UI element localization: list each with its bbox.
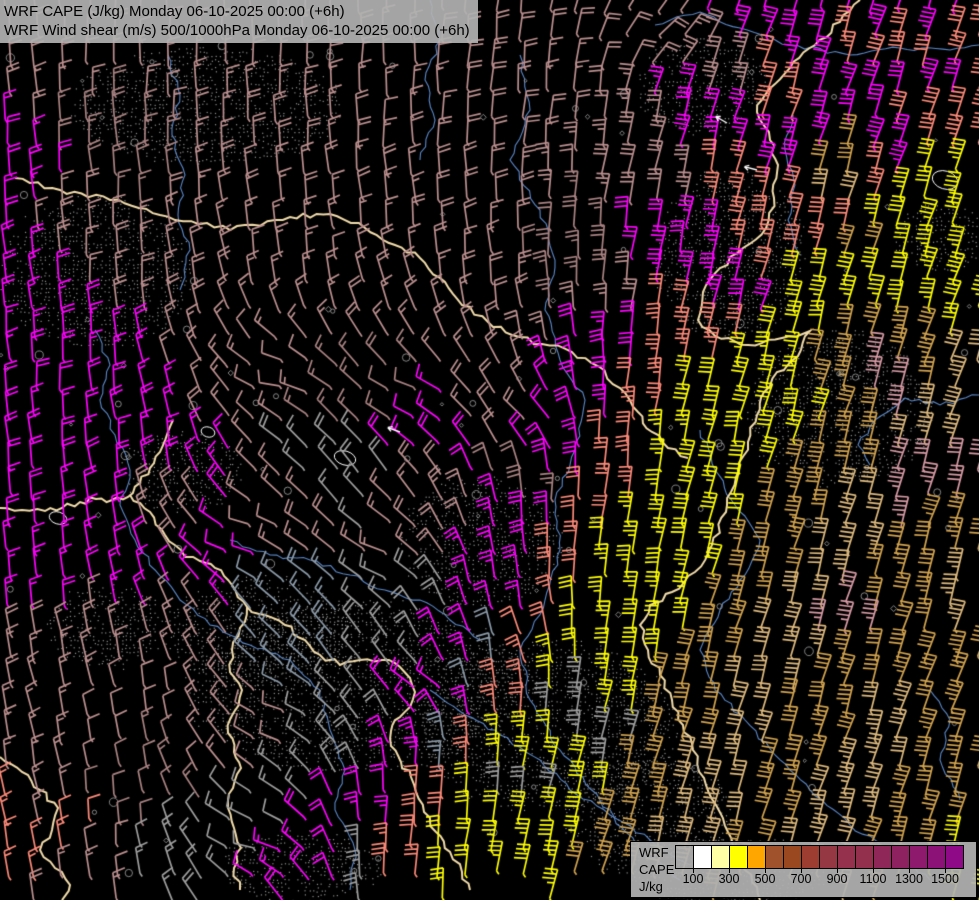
- cape-tick-label: 500: [754, 872, 776, 886]
- cape-swatch: [820, 846, 838, 868]
- cape-tick-label: 1300: [895, 872, 923, 886]
- cape-swatch: [766, 846, 784, 868]
- cape-colorbar: [675, 845, 964, 869]
- title-line-cape: WRF CAPE (J/kg) Monday 06-10-2025 00:00 …: [4, 3, 345, 20]
- cape-tick-label: 700: [790, 872, 812, 886]
- cape-swatch: [748, 846, 766, 868]
- cape-swatch: [910, 846, 928, 868]
- cape-swatch: [802, 846, 820, 868]
- cape-swatch: [694, 846, 712, 868]
- cape-tick-label: 100: [682, 872, 704, 886]
- legend-label-unit: J/kg: [639, 879, 663, 894]
- cape-swatch: [838, 846, 856, 868]
- cape-swatch: [712, 846, 730, 868]
- cape-swatch: [892, 846, 910, 868]
- cape-swatch: [676, 846, 694, 868]
- cape-swatch: [784, 846, 802, 868]
- cape-swatch: [946, 846, 963, 868]
- legend-label-wrf: WRF: [639, 845, 669, 860]
- cape-tick-label: 1500: [931, 872, 959, 886]
- cape-swatch: [730, 846, 748, 868]
- cape-swatch: [928, 846, 946, 868]
- cape-tick-label: 300: [718, 872, 740, 886]
- cape-swatch: [874, 846, 892, 868]
- wrf-map-viewport: WRF CAPE (J/kg) Monday 06-10-2025 00:00 …: [0, 0, 979, 900]
- cape-tick-label: 900: [826, 872, 848, 886]
- cape-legend: WRF CAPE J/kg 100 300 500 700 900 1100 1300 150…: [630, 841, 977, 898]
- legend-label-cape: CAPE: [639, 862, 675, 877]
- weather-map-canvas: [0, 0, 979, 900]
- cape-swatch: [856, 846, 874, 868]
- title-line-shear: WRF Wind shear (m/s) 500/1000hPa Monday …: [4, 22, 470, 39]
- map-title-overlay: WRF CAPE (J/kg) Monday 06-10-2025 00:00 …: [0, 0, 478, 43]
- cape-tick-label: 1100: [859, 872, 887, 886]
